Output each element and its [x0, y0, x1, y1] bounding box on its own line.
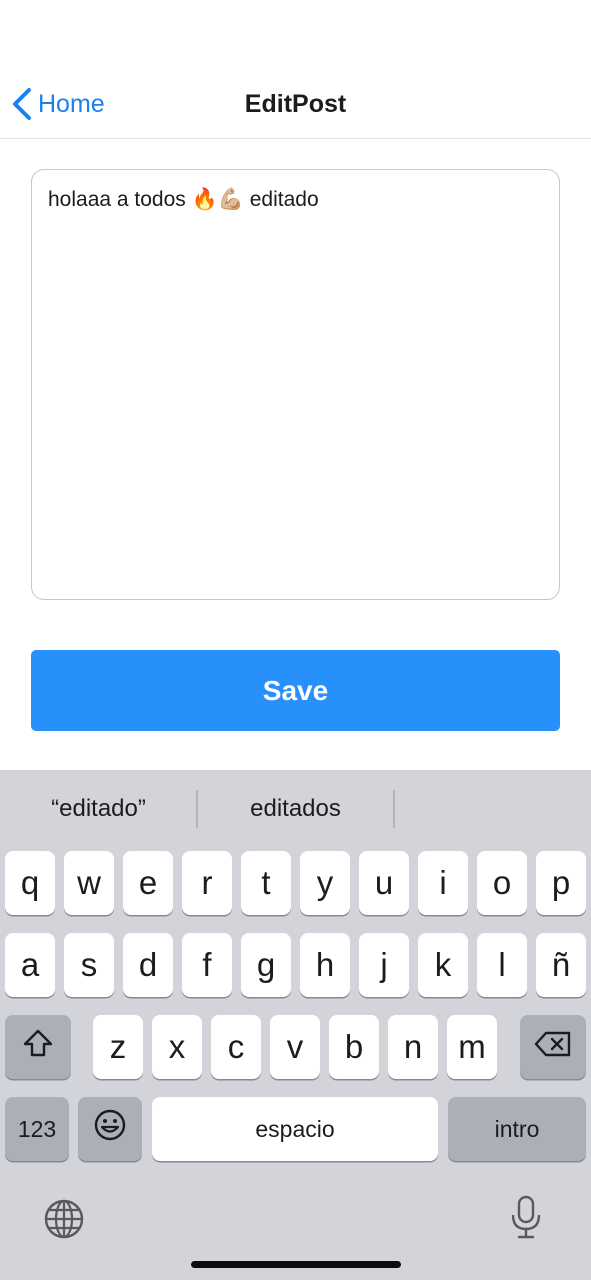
numbers-key[interactable]: 123: [5, 1097, 69, 1161]
key-l[interactable]: l: [477, 933, 527, 997]
page-title: EditPost: [244, 90, 347, 118]
backspace-key[interactable]: [520, 1015, 586, 1079]
suggestion-item[interactable]: “editado”: [0, 770, 197, 848]
key-i[interactable]: i: [418, 851, 468, 915]
key-z[interactable]: z: [93, 1015, 143, 1079]
suggestion-bar: “editado” editados: [0, 770, 591, 848]
key-w[interactable]: w: [64, 851, 114, 915]
key-h[interactable]: h: [300, 933, 350, 997]
key-d[interactable]: d: [123, 933, 173, 997]
shift-icon: [22, 1028, 54, 1066]
key-q[interactable]: q: [5, 851, 55, 915]
key-c[interactable]: c: [211, 1015, 261, 1079]
navigation-bar: Home EditPost: [0, 70, 591, 139]
key-u[interactable]: u: [359, 851, 409, 915]
key-s[interactable]: s: [64, 933, 114, 997]
shift-key[interactable]: [5, 1015, 71, 1079]
key-n[interactable]: n: [388, 1015, 438, 1079]
home-indicator[interactable]: [191, 1261, 401, 1268]
key-enye[interactable]: ñ: [536, 933, 586, 997]
post-text-area[interactable]: holaaa a todos 🔥💪🏼 editado: [31, 169, 560, 600]
return-key[interactable]: intro: [448, 1097, 586, 1161]
suggestion-item[interactable]: editados: [197, 770, 394, 848]
key-t[interactable]: t: [241, 851, 291, 915]
key-e[interactable]: e: [123, 851, 173, 915]
key-k[interactable]: k: [418, 933, 468, 997]
key-g[interactable]: g: [241, 933, 291, 997]
globe-icon[interactable]: [43, 1198, 85, 1245]
emoji-icon: [93, 1108, 127, 1150]
save-button[interactable]: Save: [31, 650, 560, 731]
suggestion-divider: [393, 790, 395, 828]
backspace-icon: [534, 1028, 572, 1066]
key-a[interactable]: a: [5, 933, 55, 997]
key-b[interactable]: b: [329, 1015, 379, 1079]
key-m[interactable]: m: [447, 1015, 497, 1079]
key-p[interactable]: p: [536, 851, 586, 915]
emoji-key[interactable]: [78, 1097, 142, 1161]
key-j[interactable]: j: [359, 933, 409, 997]
key-f[interactable]: f: [182, 933, 232, 997]
space-key[interactable]: espacio: [152, 1097, 438, 1161]
key-o[interactable]: o: [477, 851, 527, 915]
key-r[interactable]: r: [182, 851, 232, 915]
microphone-icon[interactable]: [509, 1194, 543, 1245]
key-x[interactable]: x: [152, 1015, 202, 1079]
keyboard: “editado” editados q w e r t y u i o p a…: [0, 770, 591, 1280]
key-y[interactable]: y: [300, 851, 350, 915]
key-v[interactable]: v: [270, 1015, 320, 1079]
